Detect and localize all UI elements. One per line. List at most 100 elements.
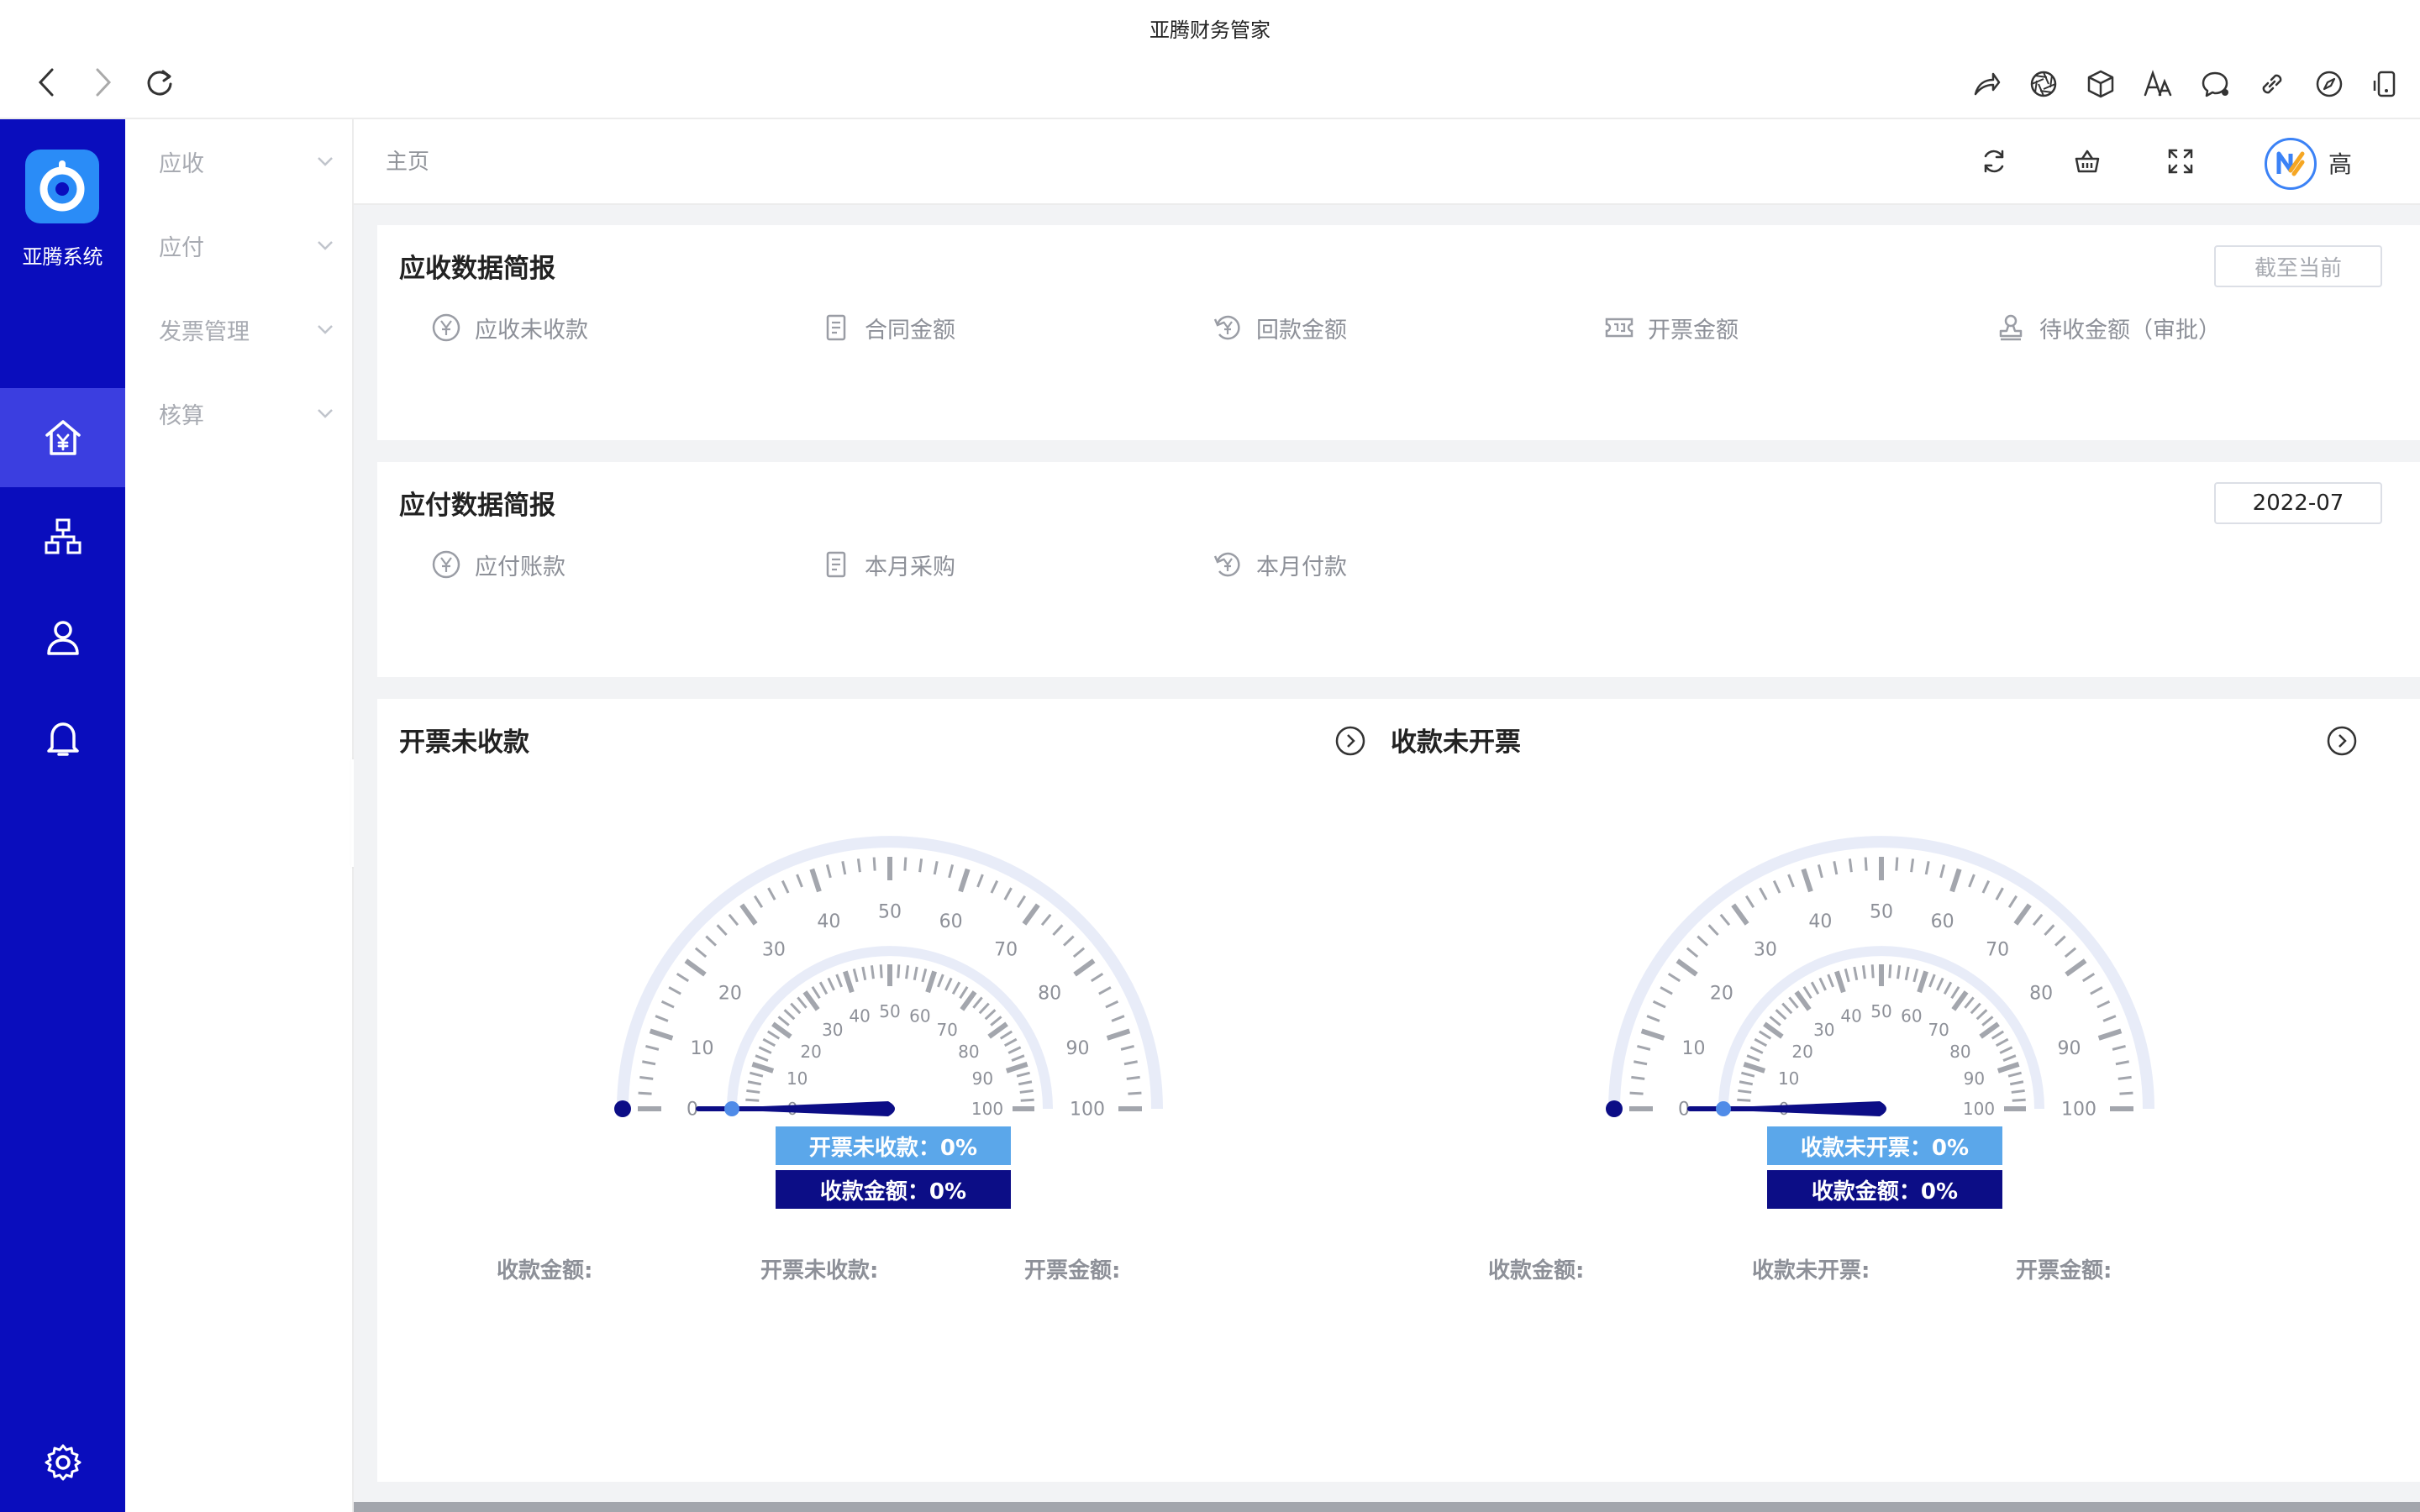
gauge0-outer-tick: [841, 861, 847, 875]
user-icon: [46, 621, 79, 655]
gauge1-inner-tick: [1833, 970, 1846, 994]
aperture-button[interactable]: [2025, 66, 2062, 102]
submenu-item-receivable[interactable]: 应收: [159, 144, 335, 178]
gauge0-outer-tick-label: 100: [1070, 1100, 1105, 1121]
rail-item-organization[interactable]: [0, 487, 125, 586]
forward-button[interactable]: [84, 64, 121, 101]
horizontal-scrollbar[interactable]: [354, 1502, 2420, 1512]
gauge0-outer-tick: [767, 887, 776, 900]
rail-item-settings[interactable]: [0, 1413, 125, 1512]
gauge1-outer-tick: [1719, 913, 1731, 927]
gauge1-inner-tick: [1769, 1016, 1781, 1026]
chat-button[interactable]: [2196, 66, 2233, 102]
submenu-label: 发票管理: [159, 318, 250, 345]
gauge0-inner-tick: [1019, 1089, 1034, 1094]
basket-button[interactable]: [2069, 143, 2106, 180]
gauge1-outer-tick: [1817, 864, 1823, 879]
gauge1-inner-tick: [1827, 974, 1834, 988]
gauge0-outer-tick: [796, 874, 803, 888]
link-button[interactable]: [2254, 66, 2291, 102]
gauge1-outer-tick: [2112, 1044, 2126, 1051]
receivable-card: 应收数据简报 截至当前 应收未收款 合同金额 回款金额 开票金额 待收金额（审批…: [377, 225, 2420, 440]
rail-item-user[interactable]: [0, 588, 125, 687]
breadcrumb[interactable]: 主页: [386, 144, 429, 176]
refresh-button[interactable]: [1975, 143, 2012, 180]
stat-monthly-payment: 本月付款: [1213, 548, 1347, 581]
gauge1-footer-collected: 收款金额:: [497, 1258, 593, 1284]
font-size-button[interactable]: [2139, 66, 2176, 102]
gauge1-outer-tick: [1637, 1044, 1651, 1051]
gauge1-inner-tick-label: 60: [1901, 1006, 1922, 1026]
gauge0-inner-tick: [1011, 1054, 1025, 1062]
gauge1-outer-tick: [2032, 913, 2044, 927]
rail-item-notifications[interactable]: [0, 689, 125, 788]
chevron-down-icon: [318, 241, 333, 250]
submenu-item-accounting[interactable]: 核算: [159, 396, 335, 430]
gauge1-outer-tick: [1686, 947, 1699, 958]
gauge0-inner-tick: [827, 977, 835, 991]
gauge0-outer-tick: [948, 864, 955, 879]
cube-button[interactable]: [2082, 66, 2119, 102]
stat-label: 待收金额（审批）: [2039, 317, 2221, 344]
gauge0-outer-tick: [1073, 958, 1096, 977]
stat-label: 回款金额: [1256, 317, 1347, 344]
gauge0-outer-tick: [705, 935, 717, 947]
gauge1-inner-marker: [1716, 1101, 1731, 1116]
receivable-date-picker[interactable]: 截至当前: [2214, 245, 2382, 287]
rail-item-finance[interactable]: [0, 388, 125, 487]
gauge0-inner-tick: [777, 1016, 790, 1026]
stat-label: 应付账款: [475, 554, 566, 580]
gauge1-outer-tick: [2007, 895, 2018, 909]
user-name[interactable]: 高: [2328, 146, 2352, 180]
submenu-item-payable[interactable]: 应付: [159, 228, 335, 262]
gauge1-inner-tick: [1943, 981, 1953, 995]
gauge1-inner-tick-label: 80: [1949, 1042, 1970, 1062]
gauge1-footer-invoice: 开票金额:: [1024, 1258, 1121, 1284]
gauge0-inner-tick: [897, 964, 901, 979]
yen-circle-icon: [432, 550, 460, 579]
compass-button[interactable]: [2311, 66, 2348, 102]
gauge0-inner-tick: [852, 969, 859, 983]
gauge0-outer-tick: [655, 1015, 669, 1022]
reload-button[interactable]: [141, 64, 178, 101]
share-button[interactable]: [1968, 66, 2005, 102]
avatar-logo-icon: [2276, 151, 2305, 176]
refund-icon: [1213, 552, 1240, 577]
payable-month-picker[interactable]: 2022-07: [2214, 482, 2382, 524]
gauge0-inner-tick: [978, 1002, 990, 1015]
gauge1-outer-tick: [1981, 879, 1991, 894]
gauge1-inner-tick: [1975, 1009, 1988, 1021]
gear-icon: [45, 1444, 81, 1481]
avatar[interactable]: [2265, 138, 2317, 190]
basket-icon: [2075, 150, 2100, 173]
gauge1-footer-uncollected: 开票未收款:: [760, 1258, 879, 1284]
gauge0-outer-tick: [1063, 935, 1075, 947]
fullscreen-button[interactable]: [2162, 143, 2199, 180]
gauge1-tag-primary: 开票未收款：0%: [776, 1126, 1011, 1165]
stat-pending-approval: 待收金额（审批）: [1996, 311, 2221, 344]
stat-label: 本月付款: [1256, 554, 1347, 580]
gauge0-outer-tick-label: 30: [762, 940, 786, 961]
gauge0-inner-tick: [762, 1037, 776, 1047]
gauge0-inner-tick: [959, 985, 969, 1000]
chevron-down-icon: [318, 409, 333, 418]
gauge0-outer-tick: [1128, 1091, 1142, 1095]
gauge0-outer-tick: [694, 947, 708, 958]
back-button[interactable]: [29, 64, 66, 101]
gauge0-inner-tick: [921, 969, 928, 983]
gauge1-detail-button[interactable]: [1334, 724, 1367, 758]
phone-book-button[interactable]: [2368, 66, 2405, 102]
gauge1-outer-tick: [1833, 861, 1839, 875]
gauge2-detail-button[interactable]: [2325, 724, 2359, 758]
gauge1-outer-tick-label: 40: [1808, 911, 1832, 932]
gauge1-outer-tick: [1667, 972, 1681, 983]
gauge0-outer-tick: [958, 868, 971, 893]
gauge1-inner-tick: [2007, 1071, 2022, 1078]
arrow-circle-icon: [2327, 726, 2357, 756]
gauge2-chart: 0102030405060708090100010203040506070809…: [1606, 836, 2154, 1121]
submenu-item-invoice[interactable]: 发票管理: [159, 312, 335, 346]
gauge1-tag-secondary: 收款金额：0%: [776, 1170, 1011, 1209]
gauge1-inner-tick-label: 10: [1778, 1068, 1799, 1089]
gauge0-outer-tick: [903, 857, 908, 871]
gauge1-inner-tick: [1870, 964, 1875, 979]
